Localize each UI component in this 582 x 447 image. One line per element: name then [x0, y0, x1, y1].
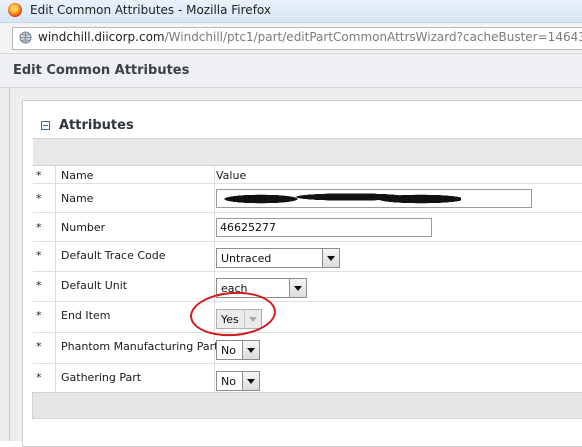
field-label-end-item: End Item: [61, 309, 111, 322]
url-path: /Windchill/ptc1/part/editPartCommonAttrs…: [164, 30, 582, 44]
gathering-part-select[interactable]: No: [216, 371, 260, 391]
field-label-number: Number: [61, 221, 106, 234]
table-row: * Phantom Manufacturing Part No: [33, 332, 582, 363]
url-field[interactable]: windchill.diicorp.com/Windchill/ptc1/par…: [12, 27, 582, 50]
required-marker: *: [36, 371, 42, 384]
page-header: Edit Common Attributes: [0, 54, 582, 88]
name-input[interactable]: [216, 189, 532, 208]
url-host: windchill.diicorp.com: [38, 30, 165, 44]
required-marker: *: [36, 192, 42, 205]
field-label-default-unit: Default Unit: [61, 279, 128, 292]
table-row: * Name: [33, 183, 582, 212]
table-row: * Gathering Part No: [33, 363, 582, 394]
phantom-manufacturing-part-select[interactable]: No: [216, 340, 260, 360]
table-header-row: * Name Value: [33, 165, 582, 183]
value-column-header: Value: [216, 169, 247, 182]
globe-icon: [19, 31, 32, 44]
firefox-icon: [8, 3, 22, 17]
section-title: Attributes: [59, 118, 134, 133]
collapse-icon[interactable]: [41, 121, 50, 130]
required-marker: *: [36, 340, 42, 353]
select-value: No: [221, 375, 236, 388]
window-title: Edit Common Attributes - Mozilla Firefox: [30, 3, 271, 17]
field-label-name: Name: [61, 192, 94, 205]
page-title: Edit Common Attributes: [13, 63, 190, 78]
table-row: * Number 46625277: [33, 212, 582, 241]
redacted-value: [221, 191, 461, 205]
required-header: *: [36, 169, 42, 182]
required-marker: *: [36, 309, 42, 322]
field-label-gathering-part: Gathering Part: [61, 371, 142, 384]
table-row: * Default Unit each: [33, 271, 582, 301]
chevron-down-icon[interactable]: [289, 279, 306, 297]
required-marker: *: [36, 279, 42, 292]
left-divider: [9, 88, 10, 441]
table-row: * End Item Yes: [33, 301, 582, 332]
required-marker: *: [36, 221, 42, 234]
select-value: Untraced: [221, 252, 272, 265]
attributes-table: * Name Value * Name * Number 46625277 * …: [33, 165, 582, 394]
required-marker: *: [36, 249, 42, 262]
name-column-header: Name: [61, 169, 94, 182]
default-trace-code-select[interactable]: Untraced: [216, 248, 340, 268]
field-label-phantom-manufacturing-part: Phantom Manufacturing Part: [61, 340, 219, 353]
window-titlebar: Edit Common Attributes - Mozilla Firefox: [0, 0, 582, 23]
chevron-down-icon[interactable]: [242, 341, 259, 359]
select-value: No: [221, 344, 236, 357]
table-row: * Default Trace Code Untraced: [33, 241, 582, 271]
chevron-down-icon[interactable]: [322, 249, 339, 267]
field-label-default-trace-code: Default Trace Code: [61, 249, 166, 262]
address-bar-area: windchill.diicorp.com/Windchill/ptc1/par…: [0, 23, 582, 54]
toolbar-strip: [33, 138, 582, 166]
url-text: windchill.diicorp.com/Windchill/ptc1/par…: [38, 30, 582, 44]
number-input[interactable]: 46625277: [216, 218, 432, 237]
footer-strip: [32, 392, 582, 419]
chevron-down-icon[interactable]: [242, 372, 259, 390]
